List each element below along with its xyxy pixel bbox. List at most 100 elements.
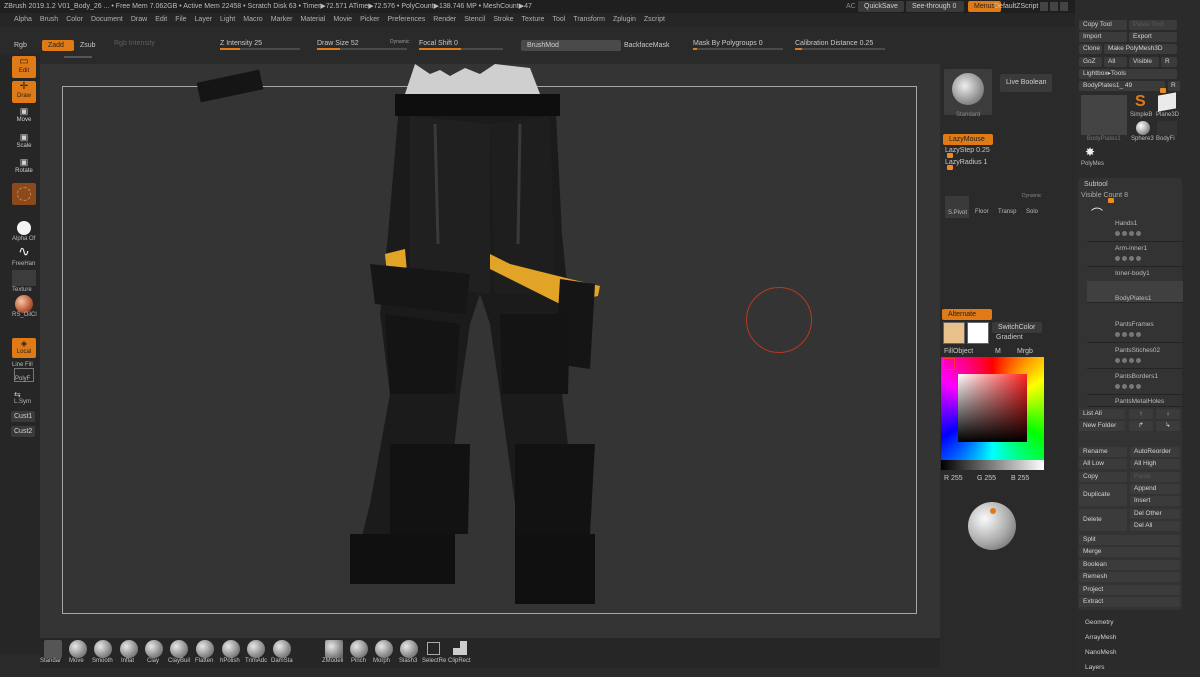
backface-mask-toggle[interactable]: BackfaceMask (624, 42, 670, 49)
rename-button[interactable]: Rename (1079, 447, 1127, 457)
subtool-icons[interactable] (1115, 384, 1175, 390)
layout-icon[interactable] (1040, 2, 1048, 11)
current-r-button[interactable]: R (1168, 81, 1180, 91)
menu-preferences[interactable]: Preferences (384, 13, 430, 27)
floor-button[interactable]: Floor (975, 209, 989, 215)
menu-tool[interactable]: Tool (548, 13, 569, 27)
clone-button[interactable]: Clone (1079, 44, 1102, 54)
autoreorder-button[interactable]: AutoReorder (1130, 447, 1180, 457)
live-boolean-button[interactable]: Live Boolean (1000, 74, 1053, 92)
menu-material[interactable]: Material (296, 13, 329, 27)
list-all-button[interactable]: List All (1079, 409, 1125, 419)
material-preview-sphere[interactable] (968, 502, 1016, 550)
append-button[interactable]: Append (1130, 484, 1180, 494)
gradient-toggle[interactable]: Gradient (996, 334, 1023, 341)
current-tool-knob[interactable] (1160, 88, 1166, 93)
move-down-folder-icon[interactable]: ↳ (1156, 421, 1180, 431)
subtool-icons[interactable] (1115, 332, 1175, 338)
mask-polygroups-slider[interactable] (693, 48, 783, 50)
move-up-icon[interactable]: ↑ (1129, 409, 1153, 419)
menu-zscript[interactable]: Zscript (640, 13, 669, 27)
rgb-intensity-slider[interactable] (64, 56, 92, 58)
brush-thumbnail[interactable] (12, 183, 36, 205)
import-button[interactable]: Import (1079, 32, 1127, 42)
del-all-button[interactable]: Del All (1130, 521, 1180, 531)
subtool-row-pantsstiches02[interactable]: PantsStiches02 (1087, 346, 1183, 369)
menu-edit[interactable]: Edit (151, 13, 171, 27)
menu-texture[interactable]: Texture (517, 13, 548, 27)
paste-tool-button[interactable]: Paste Tool (1129, 20, 1177, 30)
subtool-icons[interactable] (1115, 358, 1175, 364)
switchcolor-button[interactable]: SwitchColor (992, 322, 1042, 333)
menu-stencil[interactable]: Stencil (460, 13, 489, 27)
claybuildup-brush-icon[interactable] (170, 640, 188, 658)
cust2-button[interactable]: Cust2 (11, 426, 36, 437)
default-zscript-button[interactable]: DefaultZScript (994, 3, 1038, 10)
split-section[interactable]: Split (1079, 535, 1180, 545)
solo-button[interactable]: Solo (1026, 209, 1038, 215)
spivot-button[interactable]: S.Pivot (945, 196, 969, 218)
transp-button[interactable]: Transp (998, 209, 1016, 215)
gray-ramp[interactable] (941, 460, 1044, 470)
damstandard-brush-icon[interactable] (273, 640, 291, 658)
mrgb-toggle[interactable]: Mrgb (1017, 348, 1033, 355)
menu-movie[interactable]: Movie (329, 13, 356, 27)
menu-file[interactable]: File (171, 13, 190, 27)
menu-render[interactable]: Render (429, 13, 460, 27)
subtool-row-hands1[interactable]: Hands1 (1087, 219, 1183, 242)
bodyplates1-thumbnail[interactable] (1081, 95, 1127, 135)
lsym-button[interactable]: L.Sym (14, 399, 31, 405)
copy-button[interactable]: Copy (1079, 472, 1127, 482)
subtool-icons[interactable] (1115, 231, 1175, 237)
visible-count-knob[interactable] (1108, 198, 1114, 203)
move-brush-icon[interactable] (69, 640, 87, 658)
m-toggle[interactable]: M (995, 348, 1001, 355)
secondary-color-swatch[interactable] (967, 322, 989, 344)
hpolish-brush-icon[interactable] (222, 640, 240, 658)
fillobject-button[interactable]: FillObject (944, 348, 973, 355)
make-polymesh-button[interactable]: Make PolyMesh3D (1104, 44, 1177, 54)
rotate-button[interactable]: ▣ Rotate (12, 157, 36, 179)
material-thumbnail[interactable] (15, 295, 33, 313)
boolean-section[interactable]: Boolean (1079, 560, 1180, 570)
light-position-icon[interactable] (990, 508, 996, 514)
subtool-row-arm-inner1[interactable]: Arm-inner1 (1087, 244, 1183, 267)
goz-button[interactable]: GoZ (1079, 57, 1102, 67)
cust1-button[interactable]: Cust1 (11, 411, 36, 422)
subtool-row-pantsmetalholes[interactable]: PantsMetalHoles (1087, 397, 1183, 407)
paste-button[interactable]: Paste (1130, 472, 1180, 482)
focal-shift-slider[interactable] (419, 48, 503, 50)
del-other-button[interactable]: Del Other (1130, 509, 1180, 519)
move-up-folder-icon[interactable]: ↱ (1129, 421, 1153, 431)
pants-model[interactable] (330, 64, 630, 614)
see-through-slider[interactable]: See-through 0 (906, 1, 964, 12)
trimadaptive-brush-icon[interactable] (247, 640, 265, 658)
visible-button[interactable]: Visible (1129, 57, 1159, 67)
zmodeler-brush-icon[interactable] (325, 640, 343, 658)
primary-color-swatch[interactable] (943, 322, 965, 344)
pinch-brush-icon[interactable] (350, 640, 368, 658)
alternate-toggle[interactable]: Alternate (942, 309, 992, 320)
smooth-brush-icon[interactable] (94, 640, 112, 658)
move-down-icon[interactable]: ↓ (1156, 409, 1180, 419)
minimize-icon[interactable] (1050, 2, 1058, 11)
project-section[interactable]: Project (1079, 585, 1180, 595)
menu-stroke[interactable]: Stroke (489, 13, 517, 27)
dynamic-label[interactable]: Dynamic (390, 39, 409, 45)
zadd-toggle[interactable]: Zadd (42, 40, 74, 51)
menu-alpha[interactable]: Alpha (10, 13, 36, 27)
layers-section[interactable]: Layers (1085, 664, 1105, 671)
simplebrush-icon[interactable]: S (1135, 93, 1151, 111)
g-slider[interactable]: G 255 (977, 475, 996, 482)
morph-brush-icon[interactable] (375, 640, 393, 658)
plane3d-icon[interactable] (1158, 92, 1176, 112)
lazystep-knob[interactable] (947, 153, 953, 158)
current-tool-slider[interactable]: BodyPlates1_ 49 (1079, 81, 1165, 91)
subtool-row-pantsframes[interactable]: PantsFrames (1087, 320, 1183, 343)
flatten-brush-icon[interactable] (196, 640, 214, 658)
copy-tool-button[interactable]: Copy Tool (1079, 20, 1127, 30)
geometry-section[interactable]: Geometry (1085, 619, 1114, 626)
menu-light[interactable]: Light (216, 13, 239, 27)
b-slider[interactable]: B 255 (1011, 475, 1029, 482)
lightbox-tools-button[interactable]: Lightbox▸Tools (1079, 69, 1177, 79)
